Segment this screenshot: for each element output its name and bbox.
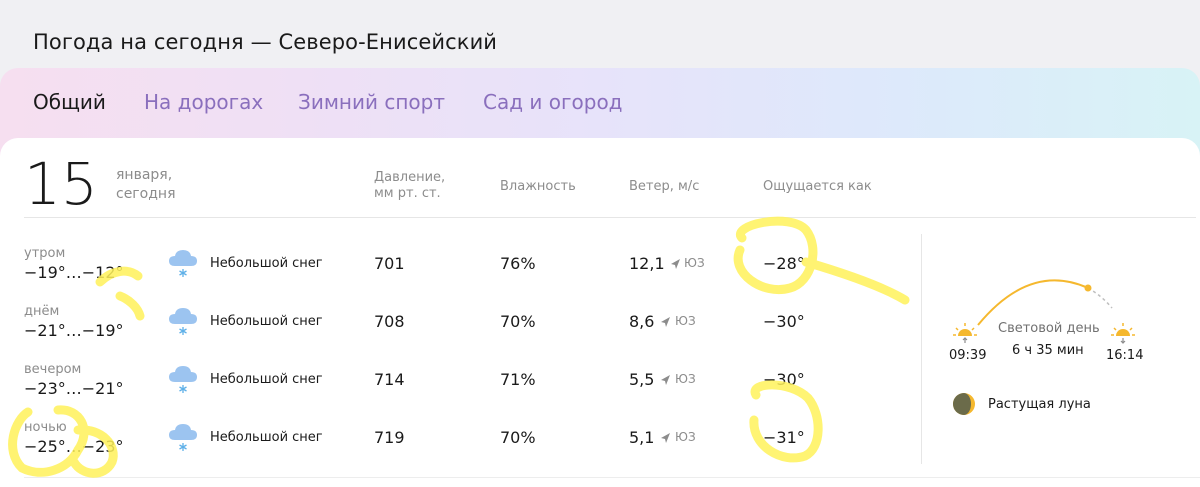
- period-label: днём: [24, 304, 60, 319]
- sunset-time: 16:14: [1106, 348, 1144, 363]
- sunrise-icon: [953, 323, 977, 343]
- humidity-value: 76%: [500, 254, 536, 273]
- temperature-range: −19°…−12°: [24, 263, 124, 282]
- pressure-value: 719: [374, 428, 405, 447]
- moon-phase-label: Растущая луна: [988, 397, 1091, 412]
- forecast-row: ночью −25°…−23° Небольшой снег 719 70% 5,1 ЮЗ −…: [0, 420, 920, 478]
- forecast-row: вечером −23°…−21° Небольшой снег 714 71% 5,5 Ю…: [0, 362, 920, 420]
- humidity-value: 70%: [500, 428, 536, 447]
- wind-header: Ветер, м/с: [629, 179, 700, 194]
- period-label: утром: [24, 246, 66, 261]
- wind-speed: 12,1: [629, 254, 665, 273]
- temperature-range: −25°…−23°: [24, 437, 124, 456]
- condition-text: Небольшой снег: [210, 430, 323, 445]
- tab-general[interactable]: Общий: [33, 90, 106, 114]
- pressure-value: 701: [374, 254, 405, 273]
- day-number: 15: [24, 150, 98, 218]
- period-label: ночью: [24, 420, 67, 435]
- humidity-value: 71%: [500, 370, 536, 389]
- sunrise-time: 09:39: [949, 348, 987, 363]
- wind-direction: ЮЗ: [675, 314, 696, 328]
- pressure-value: 708: [374, 312, 405, 331]
- pressure-header: Давление, мм рт. ст.: [374, 170, 445, 202]
- daylight-length: 6 ч 35 мин: [1012, 343, 1084, 358]
- moon-icon: [953, 393, 975, 415]
- sunset-icon: [1111, 323, 1135, 344]
- tab-garden[interactable]: Сад и огород: [483, 90, 623, 114]
- column-divider: [921, 234, 922, 464]
- feels-like-value: −30°: [763, 370, 805, 389]
- wind-arrow-icon: [659, 429, 671, 443]
- feels-like-value: −30°: [763, 312, 805, 331]
- feels-like-value: −28°: [763, 254, 805, 273]
- wind-arrow-icon: [659, 313, 671, 327]
- wind-speed: 5,5: [629, 370, 655, 389]
- humidity-value: 70%: [500, 312, 536, 331]
- pressure-value: 714: [374, 370, 405, 389]
- tab-winter-sport[interactable]: Зимний спорт: [298, 90, 445, 114]
- weather-page: Погода на сегодня — Северо-Енисейский Об…: [0, 0, 1200, 487]
- feels-like-value: −31°: [763, 428, 805, 447]
- snow-cloud-icon: [166, 420, 200, 454]
- condition-text: Небольшой снег: [210, 372, 323, 387]
- condition-text: Небольшой снег: [210, 256, 323, 271]
- period-label: вечером: [24, 362, 82, 377]
- wind-speed: 5,1: [629, 428, 655, 447]
- feels-header: Ощущается как: [763, 179, 872, 194]
- month-label: января,: [116, 167, 173, 183]
- daylight-label: Световой день: [998, 321, 1100, 336]
- today-label: сегодня: [116, 186, 176, 202]
- condition-text: Небольшой снег: [210, 314, 323, 329]
- wind-arrow-icon: [669, 255, 681, 269]
- wind-direction: ЮЗ: [675, 372, 696, 386]
- wind-arrow-icon: [659, 371, 671, 385]
- snow-cloud-icon: [166, 246, 200, 280]
- wind-direction: ЮЗ: [675, 430, 696, 444]
- snow-cloud-icon: [166, 304, 200, 338]
- page-title: Погода на сегодня — Северо-Енисейский: [33, 30, 498, 54]
- forecast-row: утром −19°…−12° Небольшой снег 701 76% 12,1 ЮЗ…: [0, 246, 920, 304]
- forecast-row: днём −21°…−19° Небольшой снег 708 70% 8,6 ЮЗ −3…: [0, 304, 920, 362]
- pressure-header-line2: мм рт. ст.: [374, 186, 441, 201]
- temperature-range: −21°…−19°: [24, 321, 124, 340]
- wind-direction: ЮЗ: [684, 256, 705, 270]
- temperature-range: −23°…−21°: [24, 379, 124, 398]
- wind-speed: 8,6: [629, 312, 655, 331]
- date-label: января, сегодня: [116, 166, 196, 204]
- pressure-header-line1: Давление,: [374, 170, 446, 185]
- tab-roads[interactable]: На дорогах: [144, 90, 263, 114]
- snow-cloud-icon: [166, 362, 200, 396]
- humidity-header: Влажность: [500, 179, 576, 194]
- header-divider: [24, 217, 1196, 218]
